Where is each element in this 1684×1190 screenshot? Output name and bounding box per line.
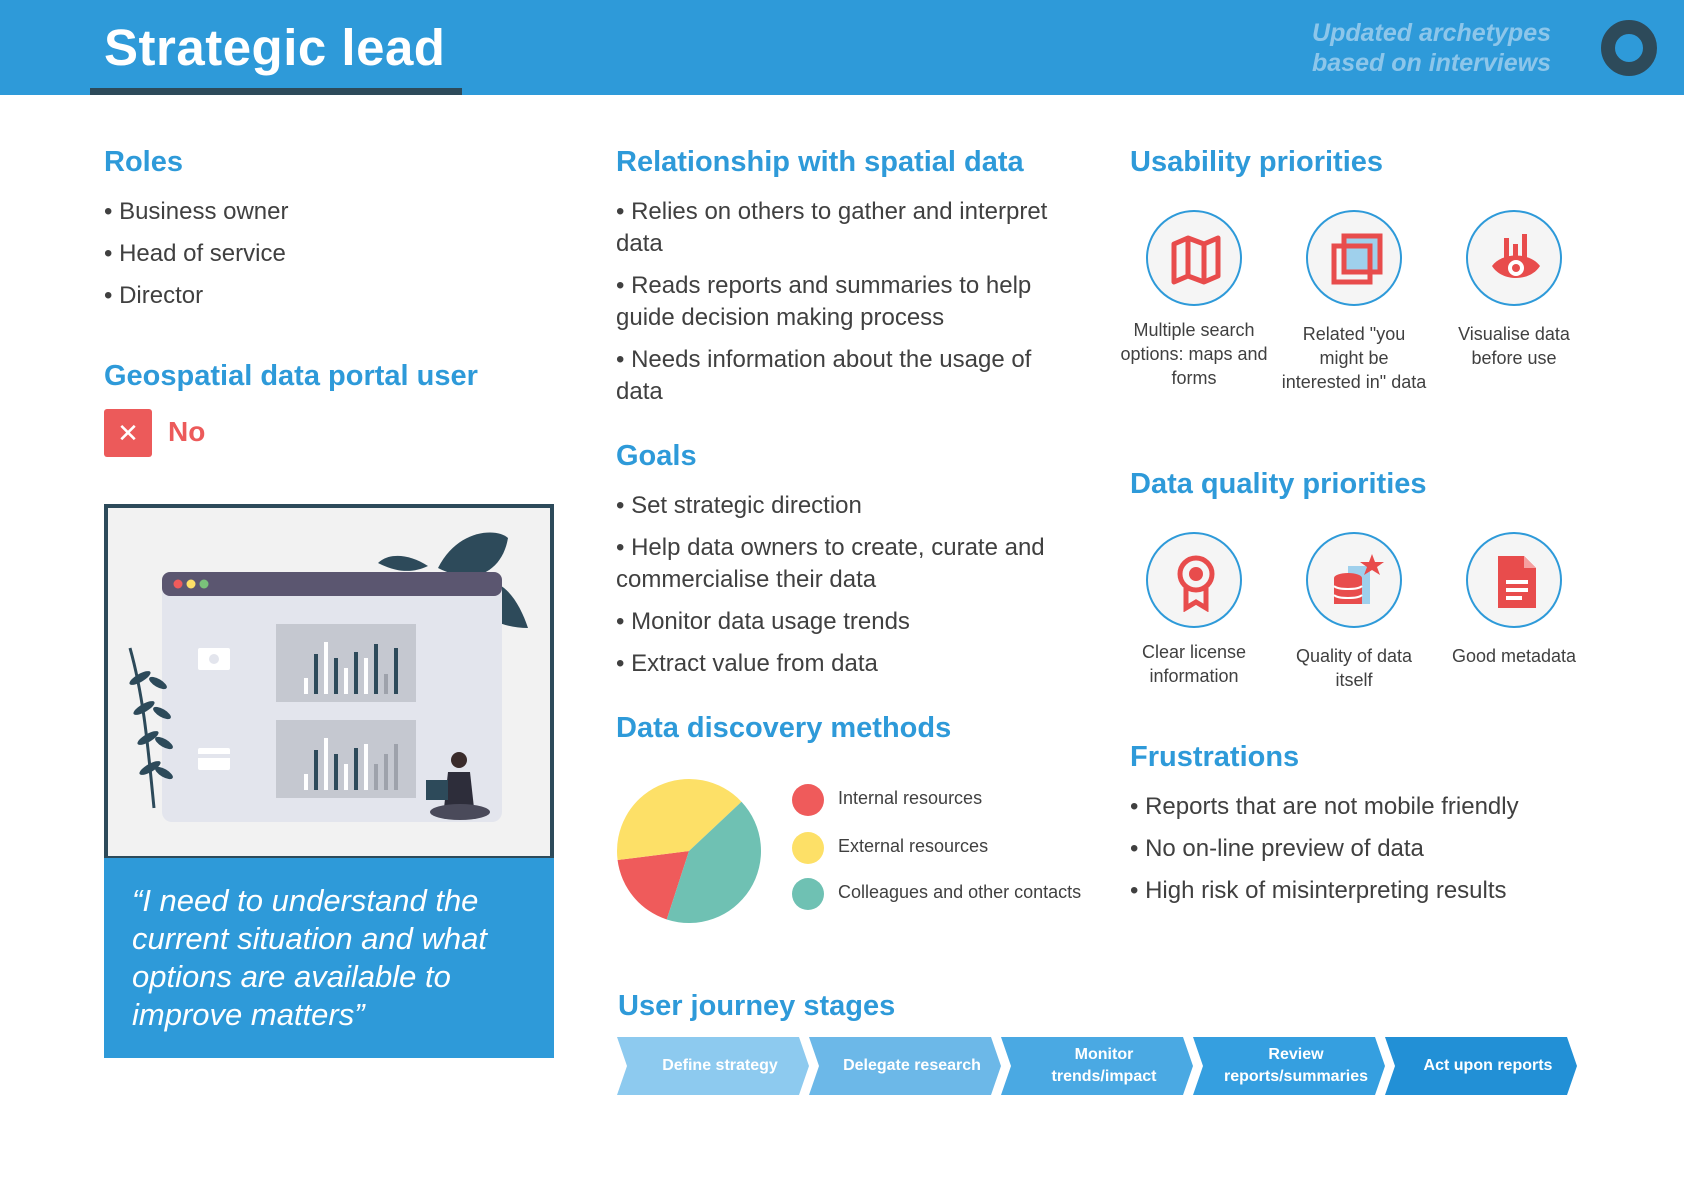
list-item: Monitor data usage trends	[616, 606, 1076, 638]
related-items-icon	[1306, 210, 1402, 306]
roles-list: Business owner Head of service Director	[104, 196, 289, 322]
page-title: Strategic lead	[104, 19, 446, 76]
persona-quote: “I need to understand the current situat…	[132, 883, 487, 1032]
header-bar: Strategic lead Updated archetypes based …	[0, 0, 1684, 95]
journey-stage-label: Define strategy	[662, 1057, 778, 1074]
legend-swatch	[792, 878, 824, 910]
header-note: Updated archetypes based on interviews	[1312, 18, 1551, 78]
quality-heading: Data quality priorities	[1130, 468, 1427, 500]
legend-label: Colleagues and other contacts	[838, 882, 1082, 902]
close-icon: ✕	[104, 409, 152, 457]
title-underline	[90, 88, 462, 95]
journey-stage-label: Review reports/summaries	[1223, 1046, 1369, 1085]
frustrations-list: Reports that are not mobile friendly No …	[1130, 791, 1650, 917]
list-item: Reports that are not mobile friendly	[1130, 791, 1650, 823]
journey-stage: Delegate research	[809, 1037, 1001, 1095]
database-star-icon	[1306, 532, 1402, 628]
legend-swatch	[792, 784, 824, 816]
portal-user-value: No	[168, 416, 206, 447]
list-item: Extract value from data	[616, 648, 1076, 680]
dashboard-illustration	[128, 532, 528, 822]
goals-heading: Goals	[616, 440, 697, 472]
quote-box: “I need to understand the current situat…	[104, 858, 554, 1058]
journey-stage-label: Delegate research	[843, 1057, 981, 1074]
list-item: No on-line preview of data	[1130, 833, 1650, 865]
list-item: Director	[104, 280, 289, 312]
usability-label: Related "you might be interested in" dat…	[1281, 324, 1427, 392]
logo-icon	[1601, 20, 1657, 76]
journey-stage: Act upon reports	[1385, 1037, 1577, 1095]
quality-label: Clear license information	[1141, 642, 1247, 686]
list-item: Needs information about the usage of dat…	[616, 344, 1076, 408]
journey-stage-label: Act upon reports	[1423, 1057, 1553, 1074]
header-note-line1: Updated archetypes	[1312, 19, 1551, 47]
list-item: Head of service	[104, 238, 289, 270]
header-note-line2: based on interviews	[1312, 49, 1551, 77]
chart-title: Data discovery methods	[616, 712, 952, 744]
portal-user-heading: Geospatial data portal user	[104, 360, 478, 392]
illustration	[104, 504, 554, 860]
usability-heading: Usability priorities	[1130, 146, 1384, 178]
frustrations-heading: Frustrations	[1130, 741, 1300, 773]
map-icon	[1146, 210, 1242, 306]
usability-label: Visualise data before use	[1458, 324, 1570, 368]
relationship-list: Relies on others to gather and interpret…	[616, 196, 1076, 418]
legend-label: Internal resources	[838, 788, 983, 808]
quality-label: Good metadata	[1451, 646, 1577, 666]
roles-heading: Roles	[104, 146, 183, 178]
document-icon	[1466, 532, 1562, 628]
relationship-heading: Relationship with spatial data	[616, 146, 1024, 178]
list-item: Business owner	[104, 196, 288, 228]
usability-label: Multiple search options: maps and forms	[1120, 320, 1268, 388]
legend-swatch	[792, 832, 824, 864]
list-item: Help data owners to create, curate and c…	[616, 532, 1076, 596]
journey-heading: User journey stages	[618, 990, 896, 1022]
journey-stage: Define strategy	[617, 1037, 809, 1095]
quality-label: Quality of data itself	[1295, 646, 1413, 690]
list-item: High risk of misinterpreting results	[1130, 875, 1650, 907]
journey-stage: Monitor trends/impact	[1001, 1037, 1193, 1095]
journey-stage-label: Monitor trends/impact	[1051, 1046, 1157, 1085]
list-item: Relies on others to gather and interpret…	[616, 196, 1076, 260]
goals-list: Set strategic direction Help data owners…	[616, 490, 1076, 690]
journey-stage: Review reports/summaries	[1193, 1037, 1385, 1095]
list-item: Reads reports and summaries to help guid…	[616, 270, 1076, 334]
list-item: Set strategic direction	[616, 490, 1076, 522]
award-icon	[1146, 532, 1242, 628]
discovery-pie-chart	[617, 779, 761, 923]
visualise-eye-icon	[1466, 210, 1562, 306]
legend-label: External resources	[838, 836, 989, 856]
